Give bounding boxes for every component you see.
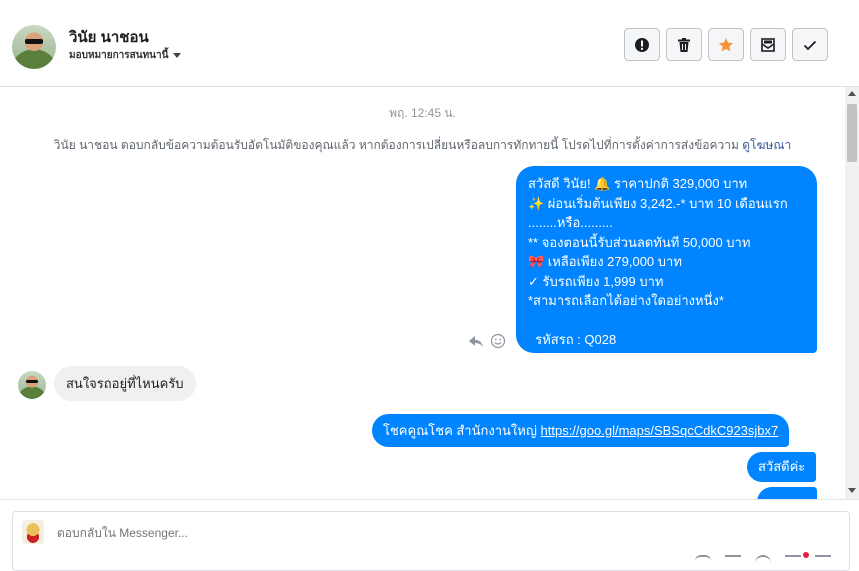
message-line — [528, 311, 805, 331]
header-actions — [624, 28, 828, 61]
scroll-down-arrow-icon[interactable] — [848, 488, 856, 493]
checkmark-icon — [803, 40, 817, 50]
notification-dot — [803, 552, 809, 558]
message-timestamp: พฤ. 12:45 น. — [389, 106, 456, 120]
notice-text: วินัย นาชอน ตอบกลับข้อความต้อนรับอัตโนมั… — [53, 138, 739, 152]
link-message-text: โชคคูณโชค สำนักงานใหญ่ — [383, 423, 541, 438]
conversation-header: วินัย นาชอน มอบหมายการสนทนานี้ — [0, 0, 859, 87]
reply-icon[interactable] — [468, 333, 484, 349]
contact-avatar-small — [18, 371, 46, 399]
page-avatar — [22, 520, 44, 544]
message-line: *สามารถเลือกได้อย่างใดอย่างหนึ่ง* — [528, 293, 724, 308]
assign-conversation-dropdown[interactable]: มอบหมายการสนทนานี้ — [69, 48, 182, 63]
message-line: ✓ รับรถเพียง 1,999 บาท — [528, 273, 664, 289]
done-button[interactable] — [792, 28, 828, 61]
outgoing-greeting-message[interactable]: สวัสดีค่ะ — [747, 452, 817, 482]
composer-tools — [695, 555, 831, 567]
thread-scrollbar[interactable] — [845, 87, 859, 499]
reply-input[interactable] — [57, 526, 657, 540]
outgoing-link-message[interactable]: โชคคูณโชค สำนักงานใหญ่ https://goo.gl/ma… — [372, 414, 790, 447]
star-button[interactable] — [708, 28, 744, 61]
archive-button[interactable] — [750, 28, 786, 61]
delete-button[interactable] — [666, 28, 702, 61]
view-ad-link[interactable]: ดูโฆษณา — [742, 138, 791, 152]
scroll-thumb[interactable] — [847, 104, 857, 162]
outgoing-message-bubble[interactable]: สวัสดี วินัย! 🔔 ราคาปกติ 329,000 บาท ✨ ผ… — [516, 166, 817, 353]
contact-avatar[interactable] — [12, 25, 56, 69]
caret-down-icon — [173, 52, 182, 58]
scroll-up-arrow-icon[interactable] — [848, 91, 856, 96]
map-link[interactable]: https://goo.gl/maps/SBSqcCdkC923sjbx7 — [541, 423, 779, 438]
message-line: รหัสรถ : Q028 — [528, 332, 617, 347]
alert-icon — [635, 37, 649, 52]
star-icon — [718, 37, 734, 51]
like-icon[interactable] — [815, 555, 831, 567]
contact-name[interactable]: วินัย นาชอน — [69, 25, 149, 49]
archive-envelope-icon — [761, 37, 775, 52]
sticker-icon[interactable] — [785, 555, 801, 567]
message-line: 🎀 เหลือเพียง 279,000 บาท — [528, 254, 682, 269]
message-line: ........หรือ......... — [528, 215, 613, 230]
message-thread[interactable]: พฤ. 12:45 น. วินัย นาชอน ตอบกลับข้อความต… — [0, 87, 845, 499]
assign-conversation-label: มอบหมายการสนทนานี้ — [69, 50, 169, 61]
emoji-icon[interactable] — [755, 555, 771, 567]
message-tools — [468, 333, 506, 349]
emoji-reaction-icon[interactable] — [490, 333, 506, 349]
trash-icon — [678, 37, 690, 52]
report-button[interactable] — [624, 28, 660, 61]
auto-reply-notice: วินัย นาชอน ตอบกลับข้อความต้อนรับอัตโนมั… — [0, 136, 845, 155]
composer-divider — [0, 499, 859, 500]
incoming-message-bubble[interactable]: สนใจรถอยู่ที่ไหนครับ — [54, 366, 196, 401]
message-line: ** จองตอนนี้รับส่วนลดทันที 50,000 บาท — [528, 234, 751, 250]
message-line: สวัสดี วินัย! 🔔 ราคาปกติ 329,000 บาท — [528, 176, 748, 191]
attachment-icon[interactable] — [695, 555, 711, 567]
outgoing-message-partial[interactable] — [757, 487, 817, 499]
message-line: ✨ ผ่อนเริ่มต้นเพียง 3,242.-* บาท 10 เดือ… — [528, 195, 788, 211]
gif-icon[interactable] — [725, 555, 741, 567]
